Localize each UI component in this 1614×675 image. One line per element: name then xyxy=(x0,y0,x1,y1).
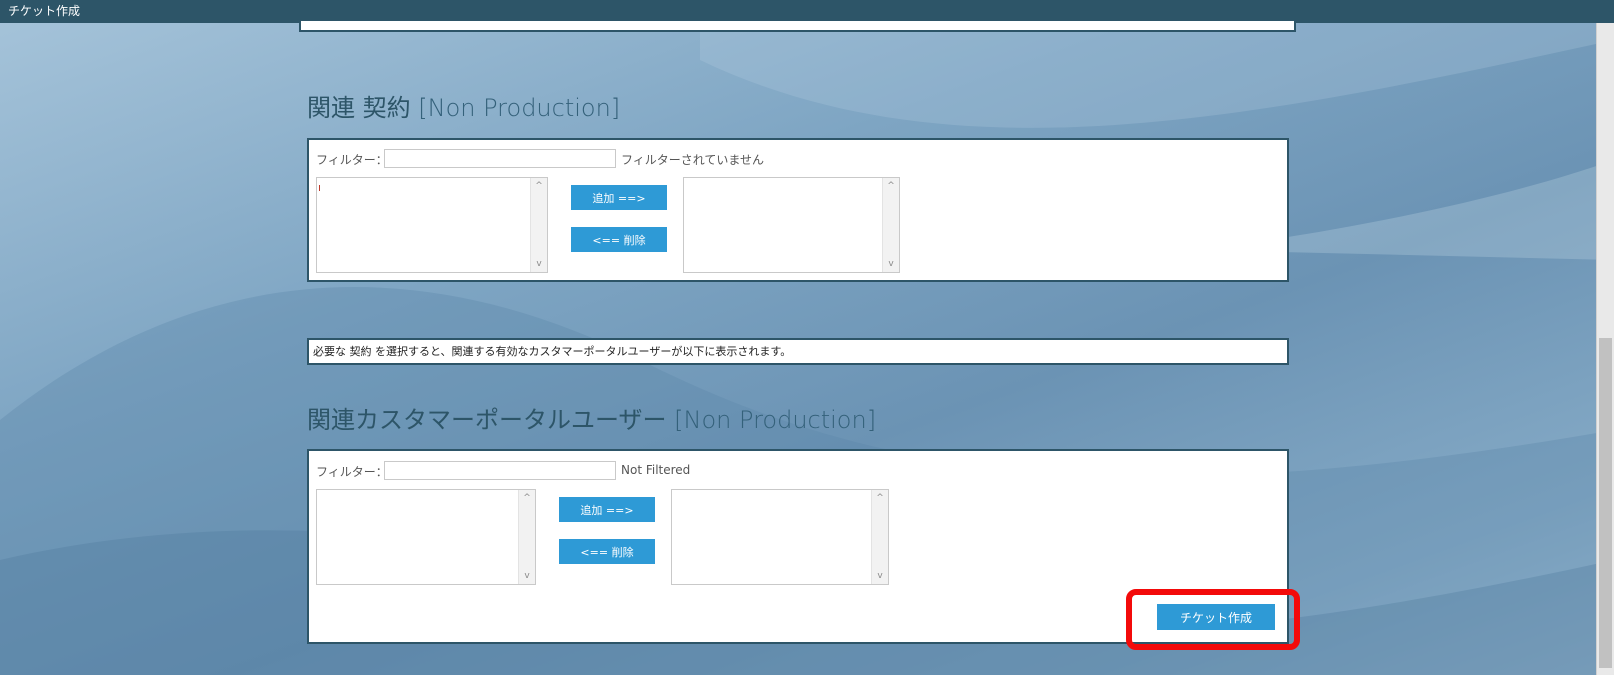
portal-users-selected-list[interactable]: ^ v xyxy=(671,489,889,585)
contracts-environment: [Non Production] xyxy=(418,94,621,122)
contracts-remove-button[interactable]: <== 削除 xyxy=(571,227,667,252)
portal-users-environment: [Non Production] xyxy=(674,406,877,434)
portal-users-heading: 関連カスタマーポータルユーザー [Non Production] xyxy=(307,400,876,435)
page-scrollbar-thumb[interactable] xyxy=(1599,338,1612,668)
contracts-selected-list[interactable]: ^ v xyxy=(683,177,900,273)
contracts-available-scrollbar[interactable]: ^ v xyxy=(530,178,547,272)
contracts-add-button[interactable]: 追加 ==> xyxy=(571,185,667,210)
portal-users-filter-label: フィルター： xyxy=(316,465,388,479)
contracts-filter-label: フィルター： xyxy=(316,153,388,167)
chevron-up-icon[interactable]: ^ xyxy=(883,180,899,192)
portal-users-add-button[interactable]: 追加 ==> xyxy=(559,497,655,522)
chevron-down-icon[interactable]: v xyxy=(531,258,547,270)
portal-users-filter-input[interactable] xyxy=(384,461,616,480)
contracts-panel: フィルター： フィルターされていません ^ v 追加 ==> <== 削除 ^ … xyxy=(307,138,1289,282)
portal-users-heading-text: 関連カスタマーポータルユーザー xyxy=(307,406,667,434)
create-ticket-button[interactable]: チケット作成 xyxy=(1157,604,1275,630)
contracts-available-list[interactable]: ^ v xyxy=(316,177,548,273)
chevron-down-icon[interactable]: v xyxy=(883,258,899,270)
contracts-filter-input[interactable] xyxy=(384,149,616,168)
info-message: 必要な 契約 を選択すると、関連する有効なカスタマーポータルユーザーが以下に表示… xyxy=(307,338,1289,365)
window-title-bar: チケット作成 xyxy=(0,0,1614,23)
window-title: チケット作成 xyxy=(8,4,81,18)
page-scrollbar[interactable] xyxy=(1596,23,1614,675)
chevron-down-icon[interactable]: v xyxy=(872,570,888,582)
chevron-up-icon[interactable]: ^ xyxy=(519,492,535,504)
contracts-heading: 関連 契約 [Non Production] xyxy=(307,88,620,123)
chevron-up-icon[interactable]: ^ xyxy=(531,180,547,192)
contracts-filter-status: フィルターされていません xyxy=(621,153,765,167)
previous-section-panel xyxy=(299,21,1296,32)
portal-users-remove-button[interactable]: <== 削除 xyxy=(559,539,655,564)
text-cursor xyxy=(319,185,320,191)
chevron-down-icon[interactable]: v xyxy=(519,570,535,582)
contracts-selected-scrollbar[interactable]: ^ v xyxy=(882,178,899,272)
contracts-heading-text: 関連 契約 xyxy=(307,94,411,122)
portal-users-selected-scrollbar[interactable]: ^ v xyxy=(871,490,888,584)
portal-users-available-scrollbar[interactable]: ^ v xyxy=(518,490,535,584)
chevron-up-icon[interactable]: ^ xyxy=(872,492,888,504)
portal-users-available-list[interactable]: ^ v xyxy=(316,489,536,585)
portal-users-filter-status: Not Filtered xyxy=(621,463,691,477)
